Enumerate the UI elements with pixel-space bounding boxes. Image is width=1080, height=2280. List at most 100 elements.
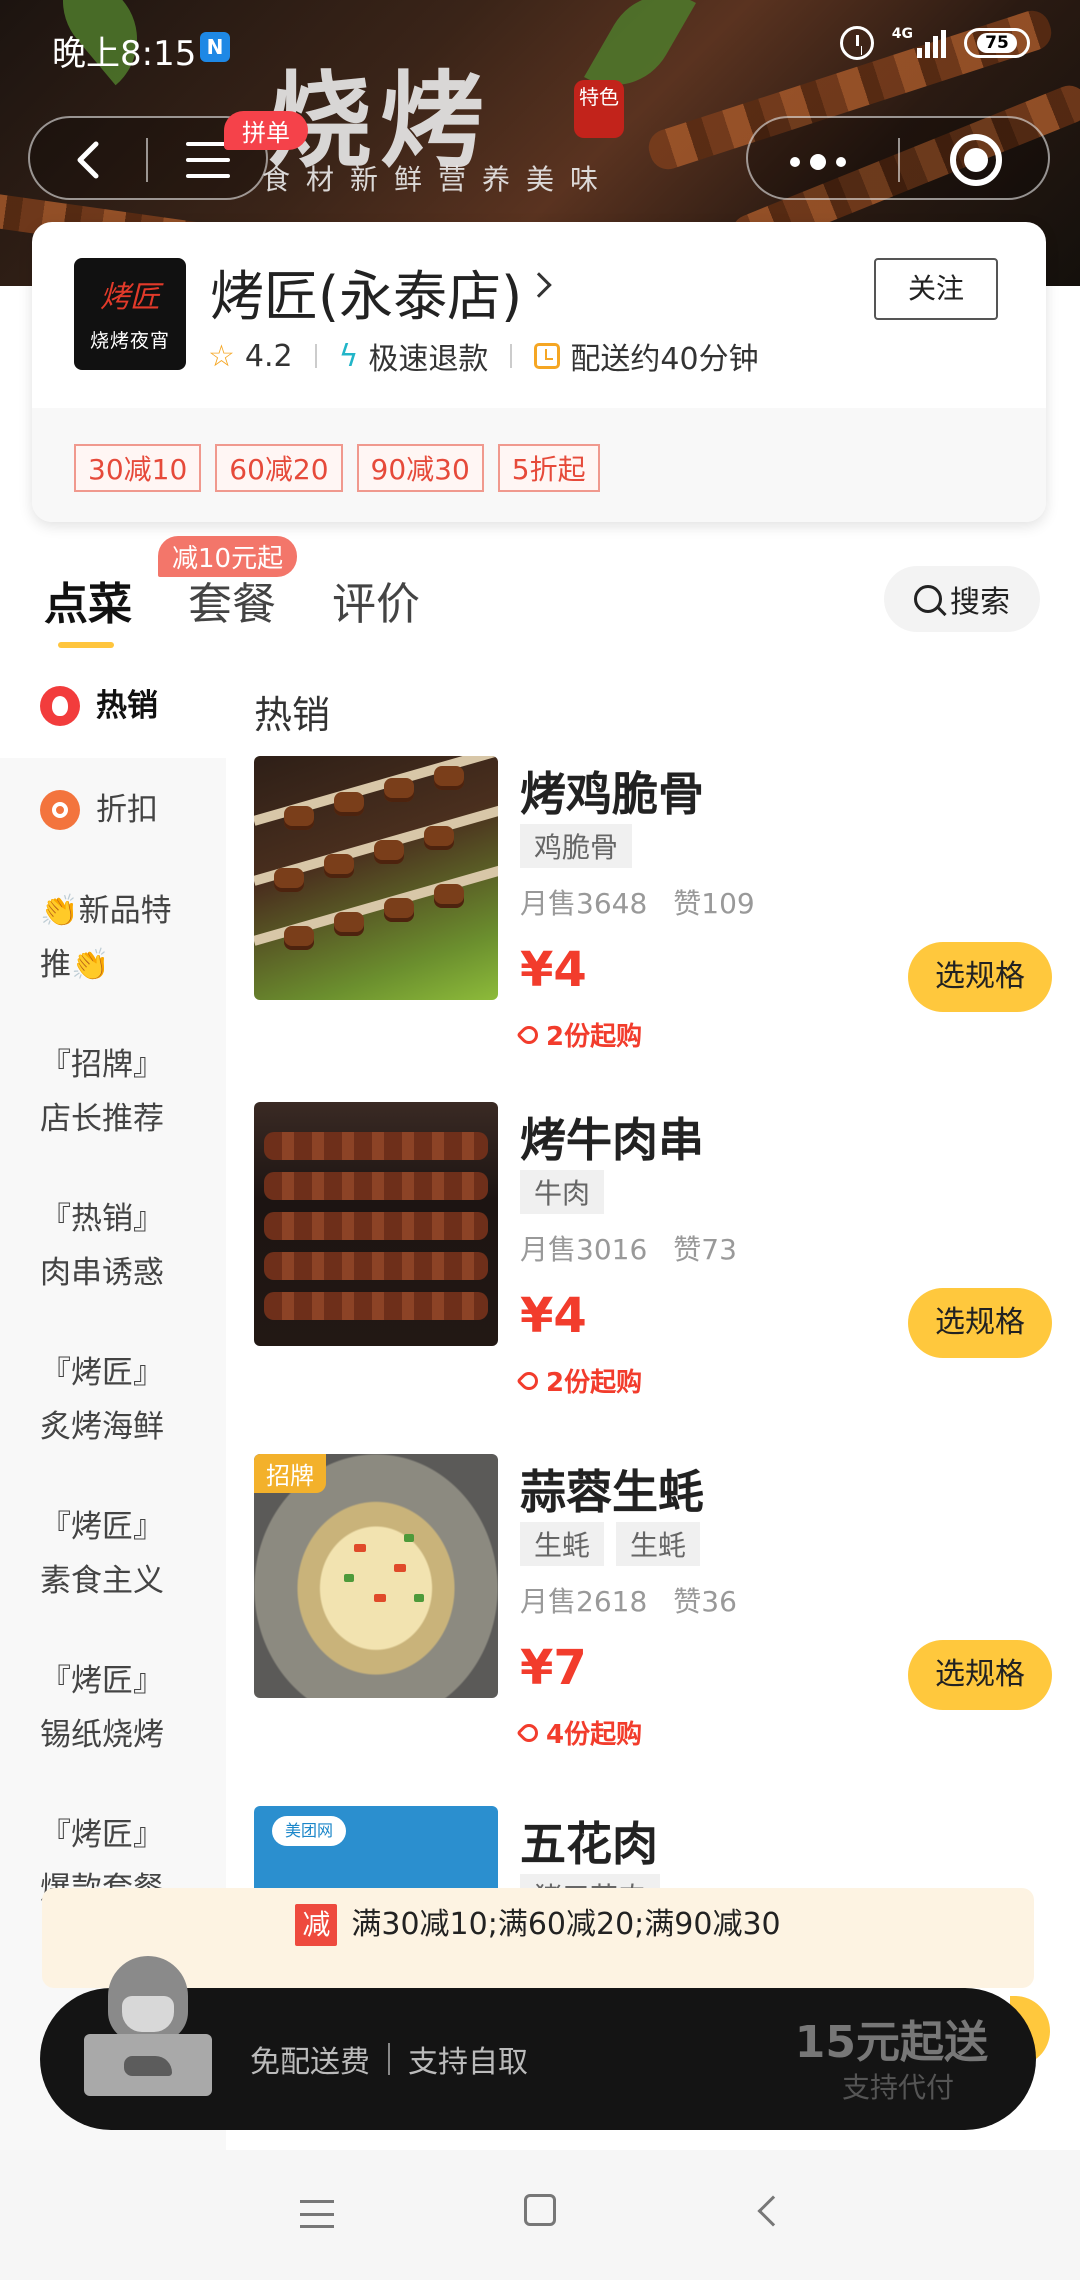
- nav-capsule-right: [746, 116, 1050, 200]
- follow-button[interactable]: 关注: [874, 258, 998, 320]
- more-dots-icon[interactable]: [790, 154, 846, 170]
- status-time: 晚上8:15: [52, 34, 197, 74]
- sidebar-item-label: 『烤匠』: [40, 1509, 164, 1545]
- min-purchase: 2份起购: [516, 1362, 643, 1399]
- pickup-label: 支持自取: [408, 2045, 528, 2080]
- target-icon[interactable]: [950, 134, 1002, 186]
- sidebar-item-label: 炙烤海鲜: [40, 1409, 164, 1445]
- sidebar-item-label: 热销: [96, 688, 158, 724]
- sidebar-item-label: 折扣: [96, 792, 158, 828]
- network-type: 4G: [891, 26, 913, 42]
- clock-icon: [534, 343, 561, 369]
- store-name[interactable]: 烤匠(永泰店): [210, 252, 522, 331]
- select-spec-button[interactable]: 选规格: [908, 1288, 1052, 1358]
- proxy-pay-label: 支持代付: [841, 2071, 954, 2104]
- product-image[interactable]: 招牌: [254, 1454, 498, 1698]
- product-tag: 牛肉: [520, 1170, 605, 1214]
- sidebar-item-skewers[interactable]: 『热销』 肉串诱惑: [0, 1170, 226, 1324]
- banner-subtitle: 食材新鲜营养美味: [262, 163, 615, 196]
- sidebar-item-label: 推👏: [40, 947, 110, 983]
- sidebar-item-label: 肉串诱惑: [40, 1255, 164, 1291]
- tag-icon: [516, 1719, 542, 1746]
- banner-stamp: 特色: [574, 80, 624, 138]
- delivery-courier-icon[interactable]: [78, 1956, 218, 2096]
- sidebar-item-label: 『烤匠』: [40, 1355, 164, 1391]
- tab-combo[interactable]: 套餐: [188, 568, 276, 632]
- monthly-sales: 月售3648: [520, 887, 648, 920]
- star-icon: ☆: [208, 338, 235, 374]
- tab-order[interactable]: 点菜: [44, 568, 132, 632]
- sidebar-item-label: 店长推荐: [40, 1101, 164, 1137]
- sidebar-item-seafood[interactable]: 『烤匠』 炙烤海鲜: [0, 1324, 226, 1478]
- sidebar-item-label: 『烤匠』: [40, 1817, 164, 1853]
- sidebar-item-hot[interactable]: 热销: [0, 654, 226, 758]
- product-item[interactable]: 烤鸡脆骨 鸡脆骨 月售3648 赞109 ¥4 2份起购 选规格: [254, 756, 1054, 1056]
- back-arrow-icon[interactable]: [66, 136, 114, 184]
- product-name: 烤鸡脆骨: [520, 767, 704, 821]
- signal-icon: [917, 28, 946, 58]
- signature-badge: 招牌: [254, 1454, 326, 1493]
- home-icon[interactable]: [524, 2194, 556, 2226]
- refund-label: 极速退款: [368, 342, 489, 377]
- sidebar-item-label: 『招牌』: [40, 1047, 164, 1083]
- search-label: 搜索: [950, 585, 1010, 620]
- min-order-label: 15元起送: [794, 2017, 988, 2068]
- product-stats: 月售3648 赞109: [520, 882, 755, 922]
- combo-discount-badge: 减10元起: [158, 536, 298, 577]
- product-stats: 月售2618 赞36: [520, 1580, 737, 1620]
- select-spec-button[interactable]: 选规格: [908, 942, 1052, 1012]
- store-logo-subtext: 烧烤夜宵: [89, 330, 170, 352]
- app-notification-icon: N: [200, 32, 230, 62]
- product-item[interactable]: 烤牛肉串 牛肉 月售3016 赞73 ¥4 2份起购 选规格: [254, 1102, 1054, 1402]
- system-nav-bar: [0, 2150, 1080, 2280]
- sidebar-item-label: 锡纸烧烤: [40, 1717, 164, 1753]
- product-image[interactable]: [254, 756, 498, 1000]
- tab-reviews[interactable]: 评价: [332, 568, 420, 632]
- sidebar-item-foil[interactable]: 『烤匠』 锡纸烧烤: [0, 1632, 226, 1786]
- search-icon: [914, 585, 942, 613]
- min-purchase: 2份起购: [516, 1016, 643, 1053]
- lightning-icon: ϟ: [338, 338, 359, 374]
- group-order-badge[interactable]: 拼单: [224, 111, 308, 150]
- min-purchase-text: 2份起购: [546, 1022, 643, 1052]
- sidebar-item-signature[interactable]: 『招牌』 店长推荐: [0, 1016, 226, 1170]
- min-purchase: 4份起购: [516, 1714, 643, 1751]
- sidebar-item-discount[interactable]: 折扣: [0, 758, 226, 862]
- product-tag: 生蚝: [616, 1522, 701, 1566]
- product-price: ¥4: [520, 1288, 587, 1344]
- product-price: ¥7: [520, 1640, 587, 1696]
- search-button[interactable]: 搜索: [884, 566, 1040, 632]
- promo-tag: 90减30: [356, 444, 484, 492]
- promo-tag: 30减10: [74, 444, 202, 492]
- sidebar-item-vegetarian[interactable]: 『烤匠』 素食主义: [0, 1478, 226, 1632]
- store-logo: 烤匠 烧烤夜宵: [74, 258, 186, 370]
- sidebar-item-label: 素食主义: [40, 1563, 164, 1599]
- likes-count: 赞109: [673, 887, 755, 920]
- discount-icon: [40, 790, 80, 830]
- product-image[interactable]: [254, 1102, 498, 1346]
- product-name: 烤牛肉串: [520, 1113, 704, 1167]
- status-indicators: 4G 75: [839, 26, 1030, 60]
- recent-apps-icon[interactable]: [300, 2200, 334, 2228]
- store-logo-text: 烤匠: [100, 280, 160, 315]
- tab-bar: 点菜 套餐 评价: [44, 568, 420, 648]
- min-purchase-text: 2份起购: [546, 1368, 643, 1398]
- hot-icon: [40, 686, 80, 726]
- active-tab-indicator: [58, 642, 114, 648]
- back-icon[interactable]: [757, 2195, 789, 2227]
- product-tag: 生蚝: [520, 1522, 605, 1566]
- promo-tag: 5折起: [497, 444, 600, 492]
- likes-count: 赞73: [673, 1233, 737, 1266]
- tag-icon: [516, 1021, 542, 1048]
- min-purchase-text: 4份起购: [546, 1720, 643, 1750]
- store-meta: ☆ 4.2 ϟ 极速退款 配送约40分钟: [208, 334, 759, 378]
- product-item[interactable]: 招牌 蒜蓉生蚝 生蚝 生蚝 月售2618 赞36 ¥7 4份起购 选规格: [254, 1454, 1054, 1754]
- delivery-time: 配送约40分钟: [570, 342, 759, 377]
- sidebar-item-new[interactable]: 👏新品特 推👏: [0, 862, 226, 1016]
- discount-icon: 减: [295, 1904, 338, 1946]
- sidebar-item-label: 『热销』: [40, 1201, 164, 1237]
- select-spec-button[interactable]: 选规格: [908, 1640, 1052, 1710]
- watermark-logo: 美团网: [272, 1816, 346, 1846]
- chevron-right-icon[interactable]: [526, 272, 552, 298]
- promo-band: 30减10 60减20 90减30 5折起: [32, 408, 1046, 522]
